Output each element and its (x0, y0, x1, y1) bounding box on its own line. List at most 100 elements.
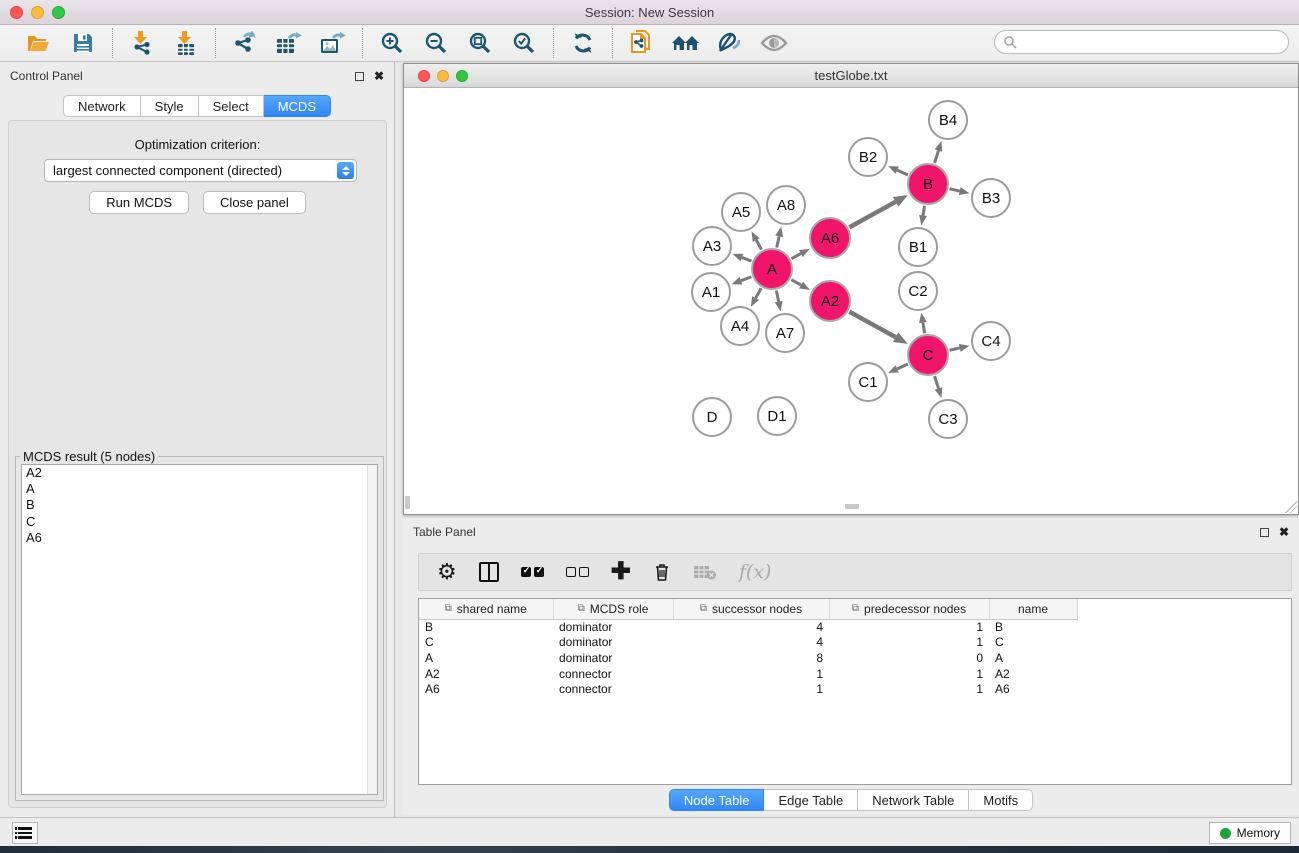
tab-edge-table[interactable]: Edge Table (764, 789, 858, 811)
column-header[interactable]: name (989, 599, 1077, 619)
result-item[interactable]: A (22, 481, 377, 497)
tab-select[interactable]: Select (199, 95, 264, 117)
result-item[interactable]: A6 (22, 530, 377, 546)
search-field[interactable] (994, 30, 1289, 54)
graph-node-D1[interactable]: D1 (757, 396, 797, 436)
network-zoom-button[interactable] (456, 70, 468, 82)
table-row[interactable]: Adominator80A (419, 650, 1077, 666)
graph-node-B1[interactable]: B1 (898, 227, 938, 267)
zoom-out-icon[interactable] (421, 29, 451, 57)
delete-icon[interactable] (653, 562, 671, 582)
tab-mcds[interactable]: MCDS (264, 95, 331, 117)
export-table-icon[interactable] (274, 29, 304, 57)
show-networks-icon[interactable] (671, 29, 701, 57)
graph-node-B2[interactable]: B2 (848, 137, 888, 177)
column-header[interactable]: ⧉successor nodes (673, 599, 829, 619)
import-network-icon[interactable] (127, 29, 157, 57)
float-panel-icon[interactable] (355, 72, 364, 81)
result-item[interactable]: A2 (22, 465, 377, 481)
zoom-window-button[interactable] (52, 6, 65, 19)
run-mcds-button[interactable]: Run MCDS (89, 191, 189, 214)
graph-node-D[interactable]: D (692, 397, 732, 437)
refresh-icon[interactable] (568, 29, 598, 57)
network-window-titlebar[interactable]: testGlobe.txt (404, 64, 1298, 88)
graph-node-A4[interactable]: A4 (720, 306, 760, 346)
table-panel-title: Table Panel (413, 525, 476, 539)
graph-node-B4[interactable]: B4 (928, 100, 968, 140)
graph-node-C[interactable]: C (907, 334, 949, 376)
session-title: Session: New Session (585, 5, 714, 20)
resize-grip[interactable] (1285, 501, 1297, 513)
graph-node-C2[interactable]: C2 (898, 271, 938, 311)
graph-node-A5[interactable]: A5 (721, 192, 761, 232)
column-header[interactable]: ⧉predecessor nodes (829, 599, 989, 619)
import-table-icon[interactable] (171, 29, 201, 57)
select-all-checkboxes-icon[interactable] (521, 567, 544, 577)
export-network-icon[interactable] (230, 29, 260, 57)
node-table[interactable]: ⧉shared name⧉MCDS role⧉successor nodes⧉p… (418, 598, 1292, 785)
graph-node-C3[interactable]: C3 (928, 399, 968, 439)
network-close-button[interactable] (418, 70, 430, 82)
network-from-file-icon[interactable] (627, 29, 657, 57)
table-row[interactable]: A2connector11A2 (419, 666, 1077, 682)
zoom-in-icon[interactable] (377, 29, 407, 57)
mcds-result-list[interactable]: A2ABCA6 (21, 464, 378, 795)
graph-node-C4[interactable]: C4 (971, 321, 1011, 361)
graph-node-B3[interactable]: B3 (971, 178, 1011, 218)
control-panel: Control Panel ✖ NetworkStyleSelectMCDS O… (0, 62, 395, 817)
result-list-scrollbar[interactable] (367, 465, 377, 794)
add-column-icon[interactable]: ✚ (611, 562, 631, 582)
close-panel-icon[interactable]: ✖ (374, 71, 384, 81)
network-canvas[interactable]: B4 B2 B B3 A5A8A6 A3 B1 A A1 C2 A2 A4A7 C4 C C1 C3 D D1 (405, 89, 1297, 509)
float-table-panel-icon[interactable] (1260, 528, 1269, 537)
function-builder-icon[interactable]: f(x) (739, 561, 772, 583)
close-table-panel-icon[interactable]: ✖ (1279, 527, 1289, 537)
delete-table-icon[interactable] (693, 563, 717, 581)
graph-node-A[interactable]: A (751, 248, 793, 290)
export-image-icon[interactable] (318, 29, 348, 57)
zoom-fit-icon[interactable] (465, 29, 495, 57)
graph-node-A3[interactable]: A3 (692, 226, 732, 266)
graph-node-A6[interactable]: A6 (809, 217, 851, 259)
graph-node-A7[interactable]: A7 (765, 313, 805, 353)
deselect-all-checkboxes-icon[interactable] (566, 567, 589, 577)
split-column-icon[interactable] (479, 562, 499, 582)
graph-node-C1[interactable]: C1 (848, 362, 888, 402)
graph-node-A1[interactable]: A1 (691, 272, 731, 312)
criterion-dropdown[interactable]: largest connected component (directed) (44, 159, 357, 182)
table-row[interactable]: Cdominator41C (419, 635, 1077, 651)
task-history-icon[interactable] (12, 822, 38, 844)
tab-style[interactable]: Style (141, 95, 199, 117)
tab-node-table[interactable]: Node Table (669, 789, 765, 811)
graph-node-A2[interactable]: A2 (809, 280, 851, 322)
tab-network-table[interactable]: Network Table (858, 789, 969, 811)
memory-button[interactable]: Memory (1209, 822, 1291, 844)
gear-icon[interactable]: ⚙ (437, 562, 457, 582)
graph-node-B[interactable]: B (907, 163, 949, 205)
control-panel-title: Control Panel (10, 69, 83, 83)
save-session-icon[interactable] (68, 29, 98, 57)
result-item[interactable]: B (22, 497, 377, 513)
table-row[interactable]: A6connector11A6 (419, 681, 1077, 697)
graph-node-A8[interactable]: A8 (766, 185, 806, 225)
minimize-window-button[interactable] (31, 6, 44, 19)
column-header[interactable]: ⧉shared name (419, 599, 553, 619)
tab-motifs[interactable]: Motifs (969, 789, 1033, 811)
open-session-icon[interactable] (24, 29, 54, 57)
tab-network[interactable]: Network (63, 95, 141, 117)
criterion-value: largest connected component (directed) (53, 163, 282, 178)
zoom-selected-icon[interactable] (509, 29, 539, 57)
shared-column-icon: ⧉ (578, 603, 585, 614)
network-minimize-button[interactable] (437, 70, 449, 82)
network-window-title: testGlobe.txt (815, 68, 888, 83)
result-item[interactable]: C (22, 514, 377, 530)
search-input[interactable] (1017, 32, 1288, 52)
column-header[interactable]: ⧉MCDS role (553, 599, 673, 619)
horizontal-scroll-indicator[interactable] (845, 504, 859, 509)
eye-icon[interactable] (759, 29, 789, 57)
table-row[interactable]: Bdominator41B (419, 619, 1077, 635)
vertical-scroll-indicator[interactable] (405, 496, 410, 509)
close-window-button[interactable] (10, 6, 23, 19)
close-panel-button[interactable]: Close panel (203, 191, 306, 214)
style-visibility-icon[interactable] (715, 29, 745, 57)
